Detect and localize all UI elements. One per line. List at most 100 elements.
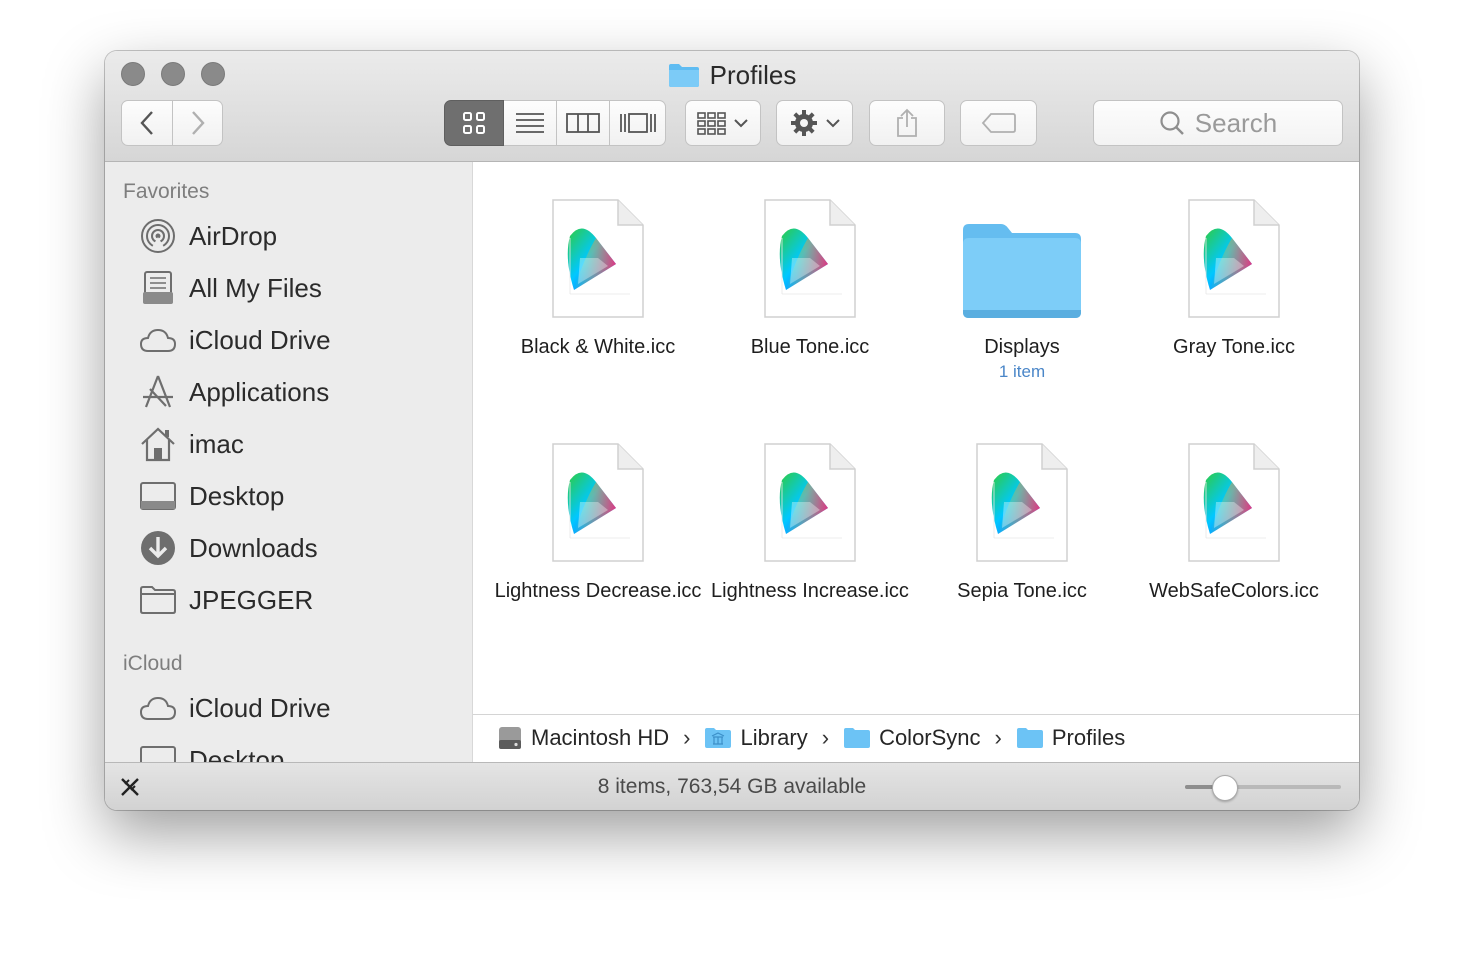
icon-size-slider-knob[interactable] [1212,775,1238,801]
sidebar-item-airdrop[interactable]: AirDrop [139,216,277,256]
file-name: Blue Tone.icc [750,336,870,358]
file-item[interactable]: Lightness Increase.icc [704,424,916,604]
column-view-button[interactable] [557,100,610,146]
sidebar: Favorites AirDrop All My Files iCloud Dr… [105,162,473,762]
path-item-label: Profiles [1051,725,1126,750]
path-item-profiles[interactable]: Profiles [1016,725,1125,751]
sidebar-item-icloud-desktop[interactable]: Desktop [139,740,284,762]
home-icon [139,425,177,463]
sidebar-item-label: Downloads [189,532,318,563]
search-icon [1160,111,1184,135]
sidebar-item-icloud-drive[interactable]: iCloud Drive [139,320,331,360]
view-mode-segmented-control [444,100,666,146]
arrange-button[interactable] [685,100,761,146]
path-separator-icon: › [821,725,830,750]
path-item-library[interactable]: Library [704,725,808,751]
path-separator-icon: › [683,725,691,750]
column-view-icon [566,113,600,133]
sidebar-item-label: iCloud Drive [189,324,331,355]
file-name: Displays [984,336,1060,358]
path-item-macintosh-hd[interactable]: Macintosh HD [497,725,669,751]
airdrop-icon [139,217,177,255]
icc-profile-icon [1128,180,1340,320]
sidebar-item-all-my-files[interactable]: All My Files [139,268,322,308]
sidebar-item-jpegger[interactable]: JPEGGER [139,580,313,620]
file-icon-grid: Black & White.icc Blue Tone.icc Displays… [473,162,1359,714]
share-button[interactable] [869,100,945,146]
folder-icon [139,581,177,619]
hard-drive-icon [499,727,521,749]
folder-icon [916,180,1128,320]
navigation-buttons [121,100,223,146]
desktop-icon [139,741,177,762]
search-placeholder: Search [1194,107,1278,138]
sidebar-item-label: JPEGGER [189,584,314,615]
sidebar-item-label: iCloud Drive [189,692,331,723]
folder-icon [668,62,700,95]
sidebar-item-applications[interactable]: Applications [139,372,329,412]
file-item[interactable]: Sepia Tone.icc [916,424,1128,604]
window-title-label: Profiles [709,60,797,90]
cover-flow-view-icon [619,113,656,133]
icc-profile-icon [916,424,1128,564]
sidebar-item-desktop[interactable]: Desktop [139,476,284,516]
file-name: Lightness Decrease.icc [494,580,702,602]
folder-icon [844,728,871,748]
desktop-icon [139,477,177,515]
tags-button[interactable] [960,100,1037,146]
forward-button[interactable] [173,100,223,146]
folder-item-count: 1 item [998,362,1046,381]
chevron-down-icon [734,119,748,128]
icc-profile-icon [492,424,704,564]
icc-profile-icon [492,180,704,320]
sidebar-item-downloads[interactable]: Downloads [139,528,318,568]
cover-flow-view-button[interactable] [610,100,666,146]
applications-icon [139,373,177,411]
file-name: Gray Tone.icc [1173,336,1295,358]
chevron-right-icon [191,111,205,135]
path-item-colorsync[interactable]: ColorSync [843,725,981,751]
file-item[interactable]: Lightness Decrease.icc [492,424,704,604]
file-name: Sepia Tone.icc [957,580,1087,602]
sidebar-item-label: imac [189,428,244,459]
sidebar-item-icloud-drive-2[interactable]: iCloud Drive [139,688,331,728]
file-item[interactable]: Black & White.icc [492,180,704,360]
search-field[interactable]: Search [1093,100,1343,146]
list-view-button[interactable] [504,100,557,146]
icon-view-button[interactable] [444,100,504,146]
cloud-icon [139,689,177,727]
all-my-files-icon [139,269,177,307]
status-bar: 8 items, 763,54 GB available [105,762,1359,810]
window-title: Profiles [105,60,1359,95]
path-item-label: Macintosh HD [531,725,670,750]
file-name: WebSafeColors.icc [1149,580,1319,602]
sidebar-item-imac[interactable]: imac [139,424,244,464]
sidebar-item-label: AirDrop [189,220,278,251]
folder-item[interactable]: Displays 1 item [916,180,1128,384]
back-button[interactable] [121,100,173,146]
file-item[interactable]: Gray Tone.icc [1128,180,1340,360]
action-button[interactable] [776,100,853,146]
finder-window: Profiles Search Favorites AirDrop All My… [105,51,1359,810]
chevron-left-icon [140,111,153,135]
icon-view-icon [463,112,485,134]
tag-icon [981,113,1016,133]
sidebar-item-label: Desktop [189,744,285,763]
icon-size-slider[interactable] [1185,775,1341,801]
sidebar-header-icloud: iCloud [123,652,183,675]
folder-icon [1016,728,1043,748]
file-name: Lightness Increase.icc [711,580,909,602]
sidebar-item-label: Desktop [189,480,285,511]
library-folder-icon [705,728,732,748]
file-item[interactable]: WebSafeColors.icc [1128,424,1340,604]
sidebar-item-label: Applications [189,376,330,407]
arrange-grid-icon [697,112,726,135]
path-item-label: ColorSync [879,725,981,750]
toolbar: Profiles Search [105,51,1359,162]
cloud-icon [139,321,177,359]
path-separator-icon: › [994,725,1002,750]
icc-profile-icon [704,180,916,320]
share-icon [897,108,917,137]
file-item[interactable]: Blue Tone.icc [704,180,916,360]
sidebar-header-favorites: Favorites [123,180,210,203]
